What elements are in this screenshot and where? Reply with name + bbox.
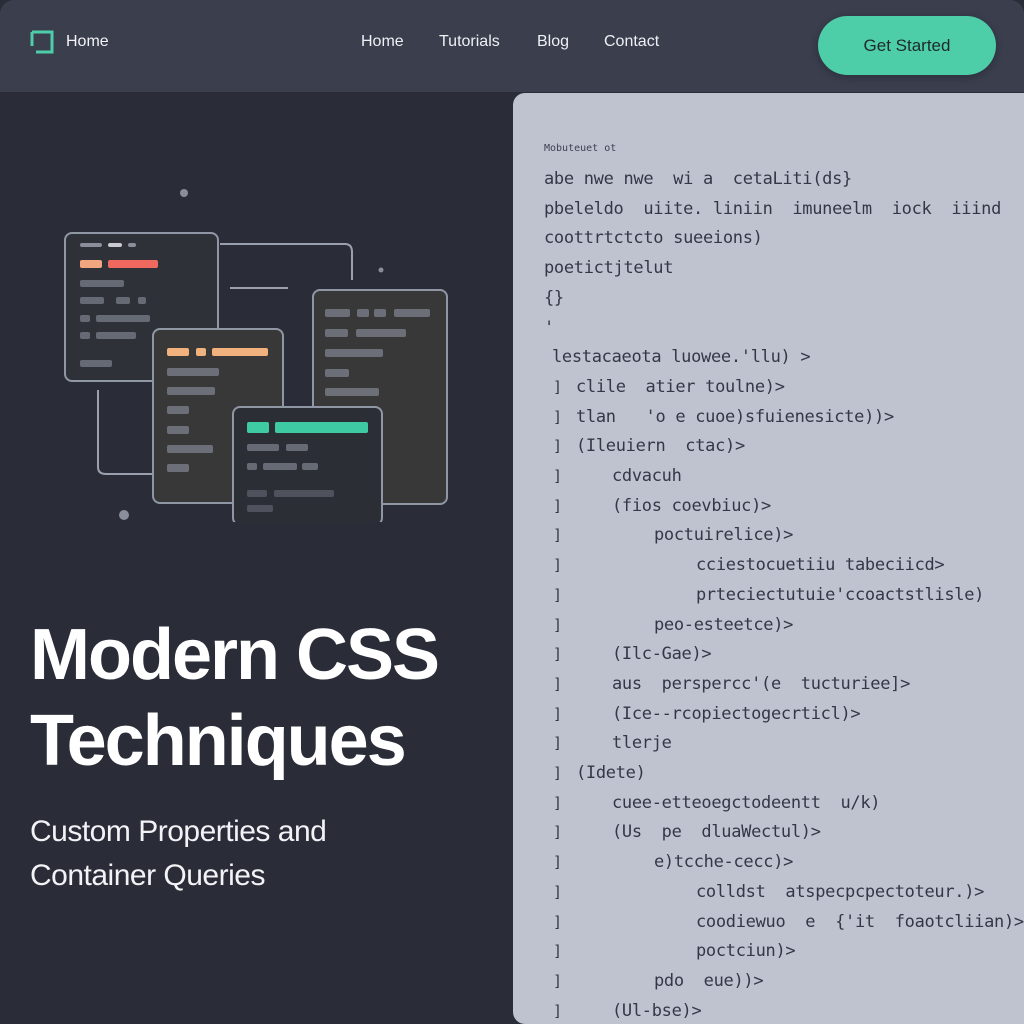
page-title: Modern CSS Techniques: [30, 612, 500, 784]
code-line: coottrtctcto sueeions): [544, 228, 763, 249]
code-gutter-mark: ]: [553, 912, 563, 931]
nav-link-home[interactable]: Home: [361, 33, 404, 51]
code-line: (Us pe dluaWectul)>: [612, 822, 821, 843]
subtitle-line: Custom Properties and: [30, 815, 327, 848]
code-gutter-mark: ]: [553, 823, 563, 842]
connector-frame: [220, 243, 353, 280]
code-line: peo-esteetce)>: [654, 614, 794, 635]
code-line: (Ilc-Gae)>: [612, 644, 712, 665]
code-line: aus perspercc'(e tucturiee]>: [612, 673, 911, 694]
code-line: clile atier toulne)>: [576, 376, 785, 397]
decor-dot: [378, 267, 384, 273]
code-gutter-mark: ]: [553, 942, 563, 961]
code-gutter-mark: ]: [553, 645, 563, 664]
brand-home-link[interactable]: Home: [66, 33, 109, 51]
code-gutter-mark: ]: [553, 704, 563, 723]
code-gutter-mark: ]: [553, 734, 563, 753]
code-line: e)tcche-cecc)>: [654, 852, 794, 873]
page-subtitle: Custom Properties and Container Queries: [30, 810, 500, 898]
code-line: (Ileuiern ctac)>: [576, 436, 745, 457]
code-line: abe nwe nwe wi a cetaLiti(ds}: [544, 169, 852, 189]
code-line: (fios coevbiuc)>: [612, 495, 771, 516]
nav-link-blog[interactable]: Blog: [537, 33, 569, 51]
code-line: cdvacuh: [612, 466, 682, 486]
get-started-button[interactable]: Get Started: [818, 16, 996, 75]
code-line: poctuirelice)>: [654, 525, 794, 546]
code-line: cciestocuetiiu tabeciicd>: [696, 555, 945, 576]
top-navbar: Home Home Tutorials Blog Contact Get Sta…: [0, 0, 1024, 92]
code-gutter-mark: ]: [553, 437, 563, 456]
logo-icon[interactable]: [30, 30, 54, 54]
title-line: Modern CSS: [30, 615, 440, 695]
code-line: pbeleldo uiite. liniin imuneelm iock iii…: [544, 198, 1002, 219]
nav-link-tutorials[interactable]: Tutorials: [439, 33, 500, 51]
code-gutter-mark: ]: [553, 407, 563, 426]
code-gutter-mark: ]: [553, 793, 563, 812]
code-gutter-mark: ]: [553, 526, 563, 545]
code-gutter-mark: ]: [553, 585, 563, 604]
code-gutter-mark: ]: [553, 556, 563, 575]
code-caption: Mobuteuet ot: [544, 143, 617, 154]
code-line: ': [544, 317, 554, 338]
code-line: poetictjtelut: [544, 258, 674, 279]
code-line: colldst atspecpcpectoteur.)>: [696, 881, 985, 902]
code-line: poctciun)>: [696, 941, 796, 962]
code-gutter-mark: ]: [553, 674, 563, 693]
code-line: (Ul-bse)>: [612, 1000, 702, 1021]
decor-dot: [119, 510, 129, 520]
code-gutter-mark: ]: [553, 882, 563, 901]
code-gutter-mark: ]: [553, 853, 563, 872]
code-gutter-mark: ]: [553, 467, 563, 485]
code-line: (Ice--rcopiectogecrticl)>: [612, 703, 861, 724]
code-line: tlan 'o e cuoe)sfuienesicte))>: [576, 406, 894, 427]
code-gutter-mark: ]: [553, 971, 563, 990]
decor-dot: [180, 189, 188, 197]
code-line: cuee-etteoegctodeentt u/k): [612, 792, 881, 813]
code-panel[interactable]: Mobuteuet ot abe nwe nwe wi a cetaLiti(d…: [513, 93, 1024, 1024]
code-line: coodiewuo e {'it foaotcliian)>: [696, 911, 1024, 932]
window-stack-illustration: [64, 189, 448, 522]
code-line: lestacaeota luowee.'llu) >: [552, 347, 811, 368]
nav-link-contact[interactable]: Contact: [604, 33, 659, 51]
title-line: Techniques: [30, 701, 407, 781]
code-line: pdo eue))>: [654, 970, 764, 991]
code-gutter-mark: ]: [553, 615, 563, 634]
hero-panel: Modern CSS Techniques Custom Properties …: [0, 92, 512, 1024]
code-line: (Idete): [576, 763, 646, 783]
code-gutter-mark: ]: [553, 1001, 563, 1020]
subtitle-line: Container Queries: [30, 859, 265, 892]
window-card: [232, 406, 383, 522]
connector-frame: [97, 390, 156, 475]
code-gutter-mark: ]: [553, 764, 563, 782]
code-line: prteciectutuie'ccoactstlisle): [696, 584, 985, 605]
code-gutter-mark: ]: [553, 377, 563, 396]
code-line: {}: [544, 287, 564, 308]
code-line: tlerje: [612, 733, 672, 754]
code-gutter-mark: ]: [553, 496, 563, 515]
